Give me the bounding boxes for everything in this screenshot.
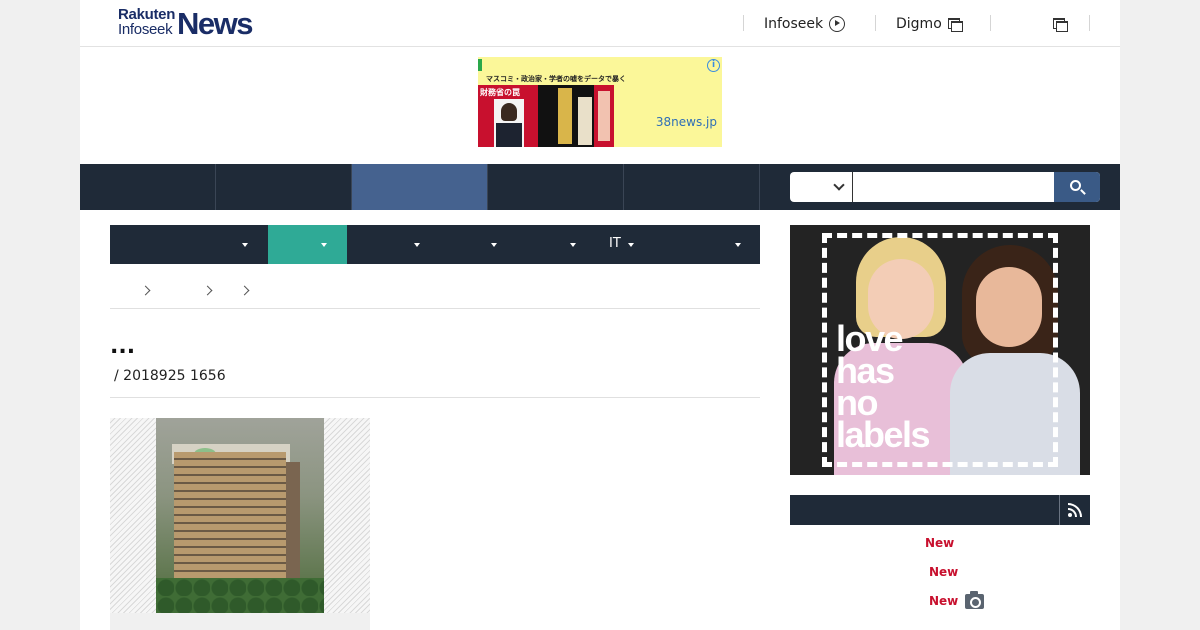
category-tab[interactable] (426, 225, 505, 264)
ad-source-link[interactable]: 38news.jp (656, 115, 717, 129)
ad-author-photo (494, 99, 524, 147)
caret-down-icon (414, 243, 420, 247)
caret-down-icon (491, 243, 497, 247)
site-header: Rakuten Infoseek News Infoseek Digmo (80, 0, 1120, 47)
search-input[interactable] (852, 172, 1044, 202)
photo-trees (156, 578, 324, 613)
main-nav (80, 164, 1120, 210)
category-tab-label: IT (609, 236, 621, 251)
category-tab-active[interactable] (268, 225, 347, 264)
ad-book-title: 財務省の罠 (480, 88, 520, 97)
category-nav: IT (110, 225, 760, 264)
main-nav-tab[interactable] (624, 164, 760, 210)
camera-icon (965, 591, 984, 609)
category-tab[interactable] (110, 225, 268, 264)
play-circle-icon (829, 16, 846, 32)
external-link[interactable] (1053, 14, 1068, 34)
new-badge: New (929, 594, 959, 608)
main-nav-tab-active[interactable] (352, 164, 488, 210)
chevron-down-icon (833, 179, 845, 191)
building-aerial-image (156, 418, 324, 613)
chevron-right-icon (202, 285, 213, 296)
digmo-label: Digmo (896, 16, 942, 32)
ad-info-icon[interactable]: i (707, 59, 720, 72)
ad-book-cover: 財務省の罠 (478, 85, 538, 147)
rss-dot (1068, 513, 1072, 517)
infoseek-label: Infoseek (764, 16, 824, 32)
ad-book-spine-text (558, 88, 572, 144)
ad-book-spine-text (578, 97, 592, 145)
search-box (790, 172, 1100, 202)
category-tab-it[interactable]: IT (584, 225, 663, 264)
ad-tagline: マスコミ・政治家・学者の嘘をデータで暴く (486, 75, 626, 83)
search-button[interactable] (1054, 172, 1100, 202)
article-meta: / 2018925 1656 (114, 368, 226, 384)
main-nav-tab[interactable] (80, 164, 216, 210)
category-tab[interactable] (663, 225, 760, 264)
new-window-icon (947, 18, 963, 32)
photo-caption (110, 613, 370, 630)
header-divider (875, 15, 876, 31)
category-tab[interactable] (505, 225, 584, 264)
main-nav-tab[interactable] (488, 164, 624, 210)
chevron-right-icon (239, 285, 250, 296)
new-badge: New (929, 565, 959, 579)
caret-down-icon (735, 243, 741, 247)
ad-book-cover (594, 85, 614, 147)
article-photo[interactable] (110, 418, 370, 613)
photo-building (174, 452, 286, 582)
ranking-header (790, 495, 1090, 525)
search-category-select[interactable] (790, 172, 852, 202)
ad-slogan: love has no labels (836, 321, 931, 455)
header-divider (1089, 15, 1090, 31)
ad-accent-bar (478, 59, 482, 71)
infoseek-link[interactable]: Infoseek (764, 14, 846, 34)
ad-book-spine-text (598, 91, 610, 141)
search-icon (1070, 180, 1081, 191)
sidebar-ad[interactable]: love has no labels (790, 225, 1090, 475)
chevron-right-icon (140, 285, 151, 296)
caret-down-icon (321, 243, 327, 247)
rss-icon[interactable] (1068, 503, 1082, 517)
site-logo[interactable]: Rakuten Infoseek News (118, 6, 258, 42)
new-window-icon (1053, 18, 1068, 32)
new-badge: New (925, 536, 955, 550)
caret-down-icon (628, 243, 634, 247)
category-tab[interactable] (347, 225, 426, 264)
caret-down-icon (242, 243, 248, 247)
header-divider (1059, 495, 1060, 525)
header-divider (743, 15, 744, 31)
photo-building-side (286, 462, 300, 582)
article-title: ... (110, 334, 136, 359)
header-divider (990, 15, 991, 31)
page: Rakuten Infoseek News Infoseek Digmo マスコ… (80, 0, 1120, 630)
top-banner-ad[interactable]: マスコミ・政治家・学者の嘘をデータで暴く 財務省の罠 38news.jp i (478, 57, 722, 147)
digmo-link[interactable]: Digmo (896, 14, 963, 34)
divider (110, 397, 760, 398)
breadcrumb (110, 264, 760, 309)
main-nav-tab[interactable] (216, 164, 352, 210)
slogan-line: labels (836, 414, 931, 455)
logo-brand: News (177, 6, 253, 41)
caret-down-icon (570, 243, 576, 247)
logo-line2: Infoseek (118, 21, 173, 38)
